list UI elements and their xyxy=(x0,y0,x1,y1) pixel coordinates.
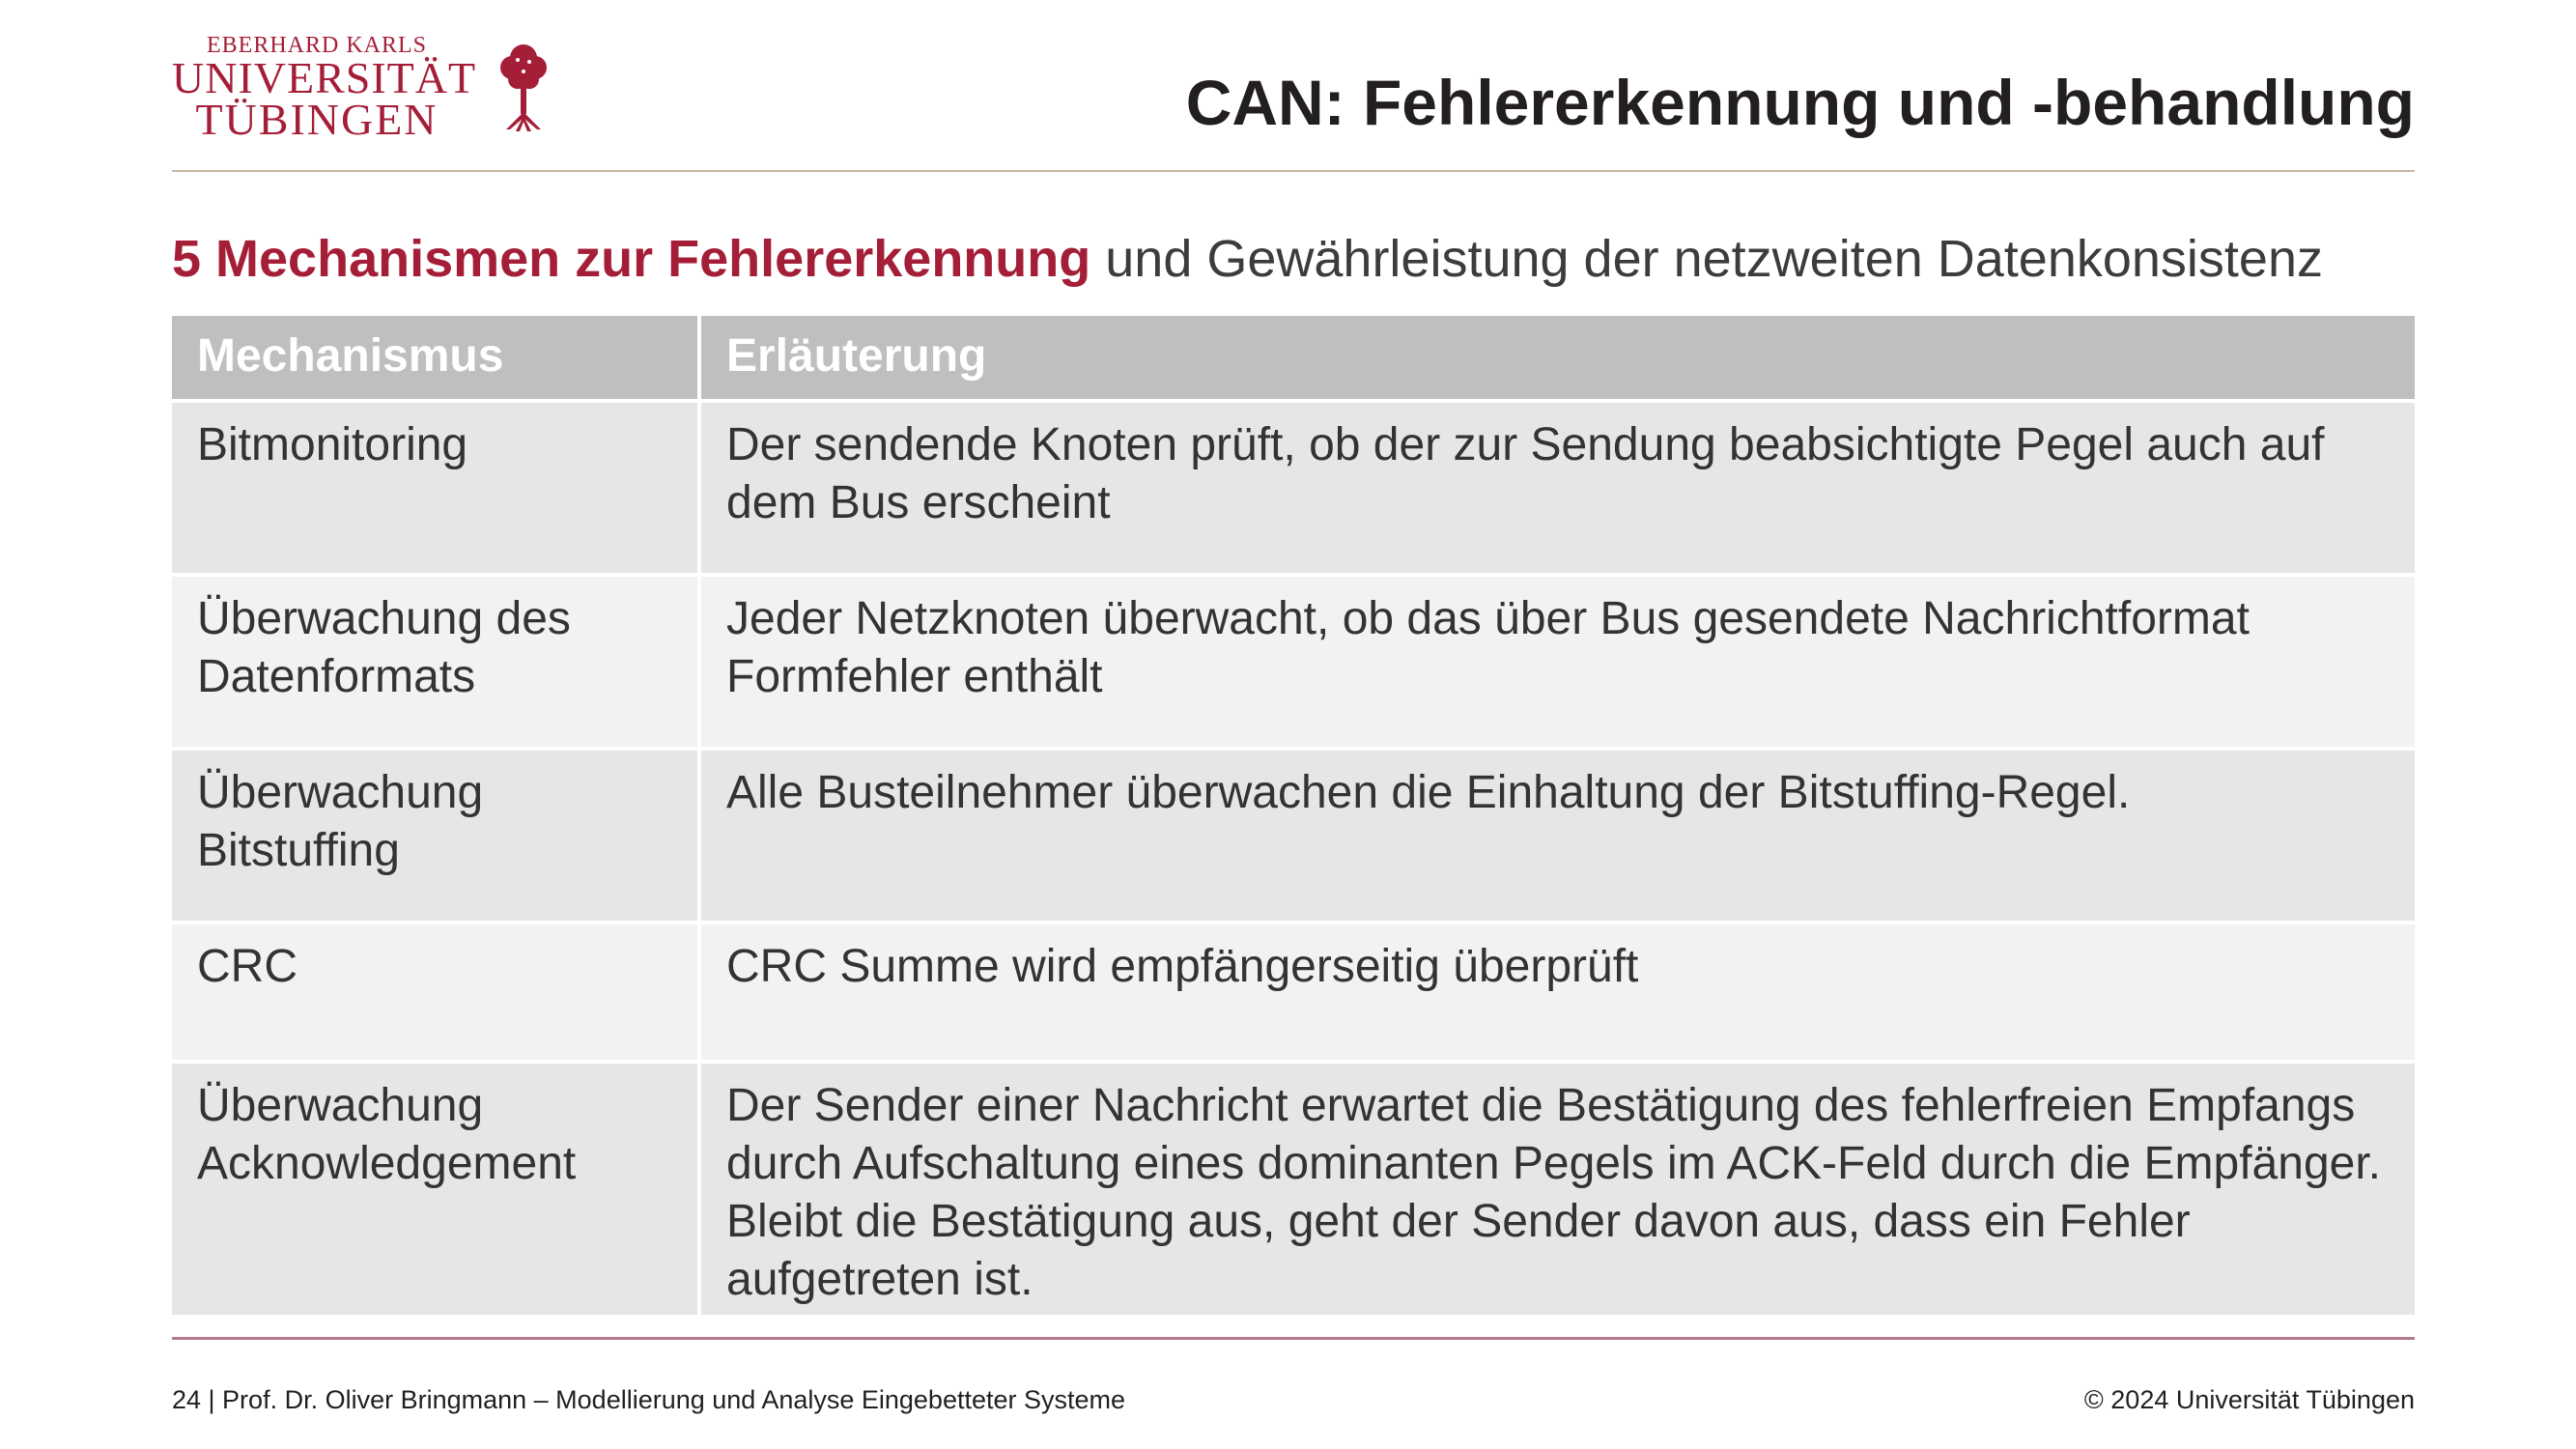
explanation-cell: Der Sender einer Nachricht erwartet die … xyxy=(701,1064,2415,1315)
slide-title: CAN: Fehlererkennung und -behandlung xyxy=(1185,67,2415,138)
explanation-cell: Der sendende Knoten prüft, ob der zur Se… xyxy=(701,403,2415,573)
subtitle-rest: und Gewährleistung der netzweiten Datenk… xyxy=(1090,230,2323,288)
column-header-explanation: Erläuterung xyxy=(701,316,2415,399)
tree-icon xyxy=(500,44,547,131)
footer-copyright: © 2024 Universität Tübingen xyxy=(2083,1385,2415,1414)
mechanism-cell: Überwachung Acknowledgement xyxy=(172,1064,701,1315)
table-row: CRC CRC Summe wird empfängerseitig überp… xyxy=(172,921,2415,1060)
table-row: Überwachung Acknowledgement Der Sender e… xyxy=(172,1060,2415,1315)
slide-subtitle: 5 Mechanismen zur Fehlererkennung und Ge… xyxy=(172,228,2323,290)
mechanism-cell: Überwachung des Datenformats xyxy=(172,577,701,747)
explanation-cell: CRC Summe wird empfängerseitig überprüft xyxy=(701,924,2415,1060)
logo-wordmark: EBERHARD KARLS UNIVERSITÄT TÜBINGEN xyxy=(172,33,477,144)
mechanism-cell: Überwachung Bitstuffing xyxy=(172,751,701,921)
logo-line-3: TÜBINGEN xyxy=(195,95,439,144)
explanation-cell: Jeder Netzknoten überwacht, ob das über … xyxy=(701,577,2415,747)
university-logo: EBERHARD KARLS UNIVERSITÄT TÜBINGEN xyxy=(172,33,578,144)
mechanism-cell: Bitmonitoring xyxy=(172,403,701,573)
mechanisms-table: Mechanismus Erläuterung Bitmonitoring De… xyxy=(172,316,2415,1315)
table-header-row: Mechanismus Erläuterung xyxy=(172,316,2415,399)
table-row: Überwachung Bitstuffing Alle Busteilnehm… xyxy=(172,747,2415,921)
logo-line-2: UNIVERSITÄT xyxy=(172,53,477,102)
mechanism-cell: CRC xyxy=(172,924,701,1060)
column-header-mechanism: Mechanismus xyxy=(172,316,701,399)
table-row: Überwachung des Datenformats Jeder Netzk… xyxy=(172,573,2415,747)
footer-divider xyxy=(172,1337,2415,1340)
footer-page-info: 24 | Prof. Dr. Oliver Bringmann – Modell… xyxy=(172,1385,1126,1414)
subtitle-accent: 5 Mechanismen zur Fehlererkennung xyxy=(172,230,1091,288)
explanation-cell: Alle Busteilnehmer überwachen die Einhal… xyxy=(701,751,2415,921)
header-divider xyxy=(172,170,2415,172)
table-row: Bitmonitoring Der sendende Knoten prüft,… xyxy=(172,399,2415,573)
